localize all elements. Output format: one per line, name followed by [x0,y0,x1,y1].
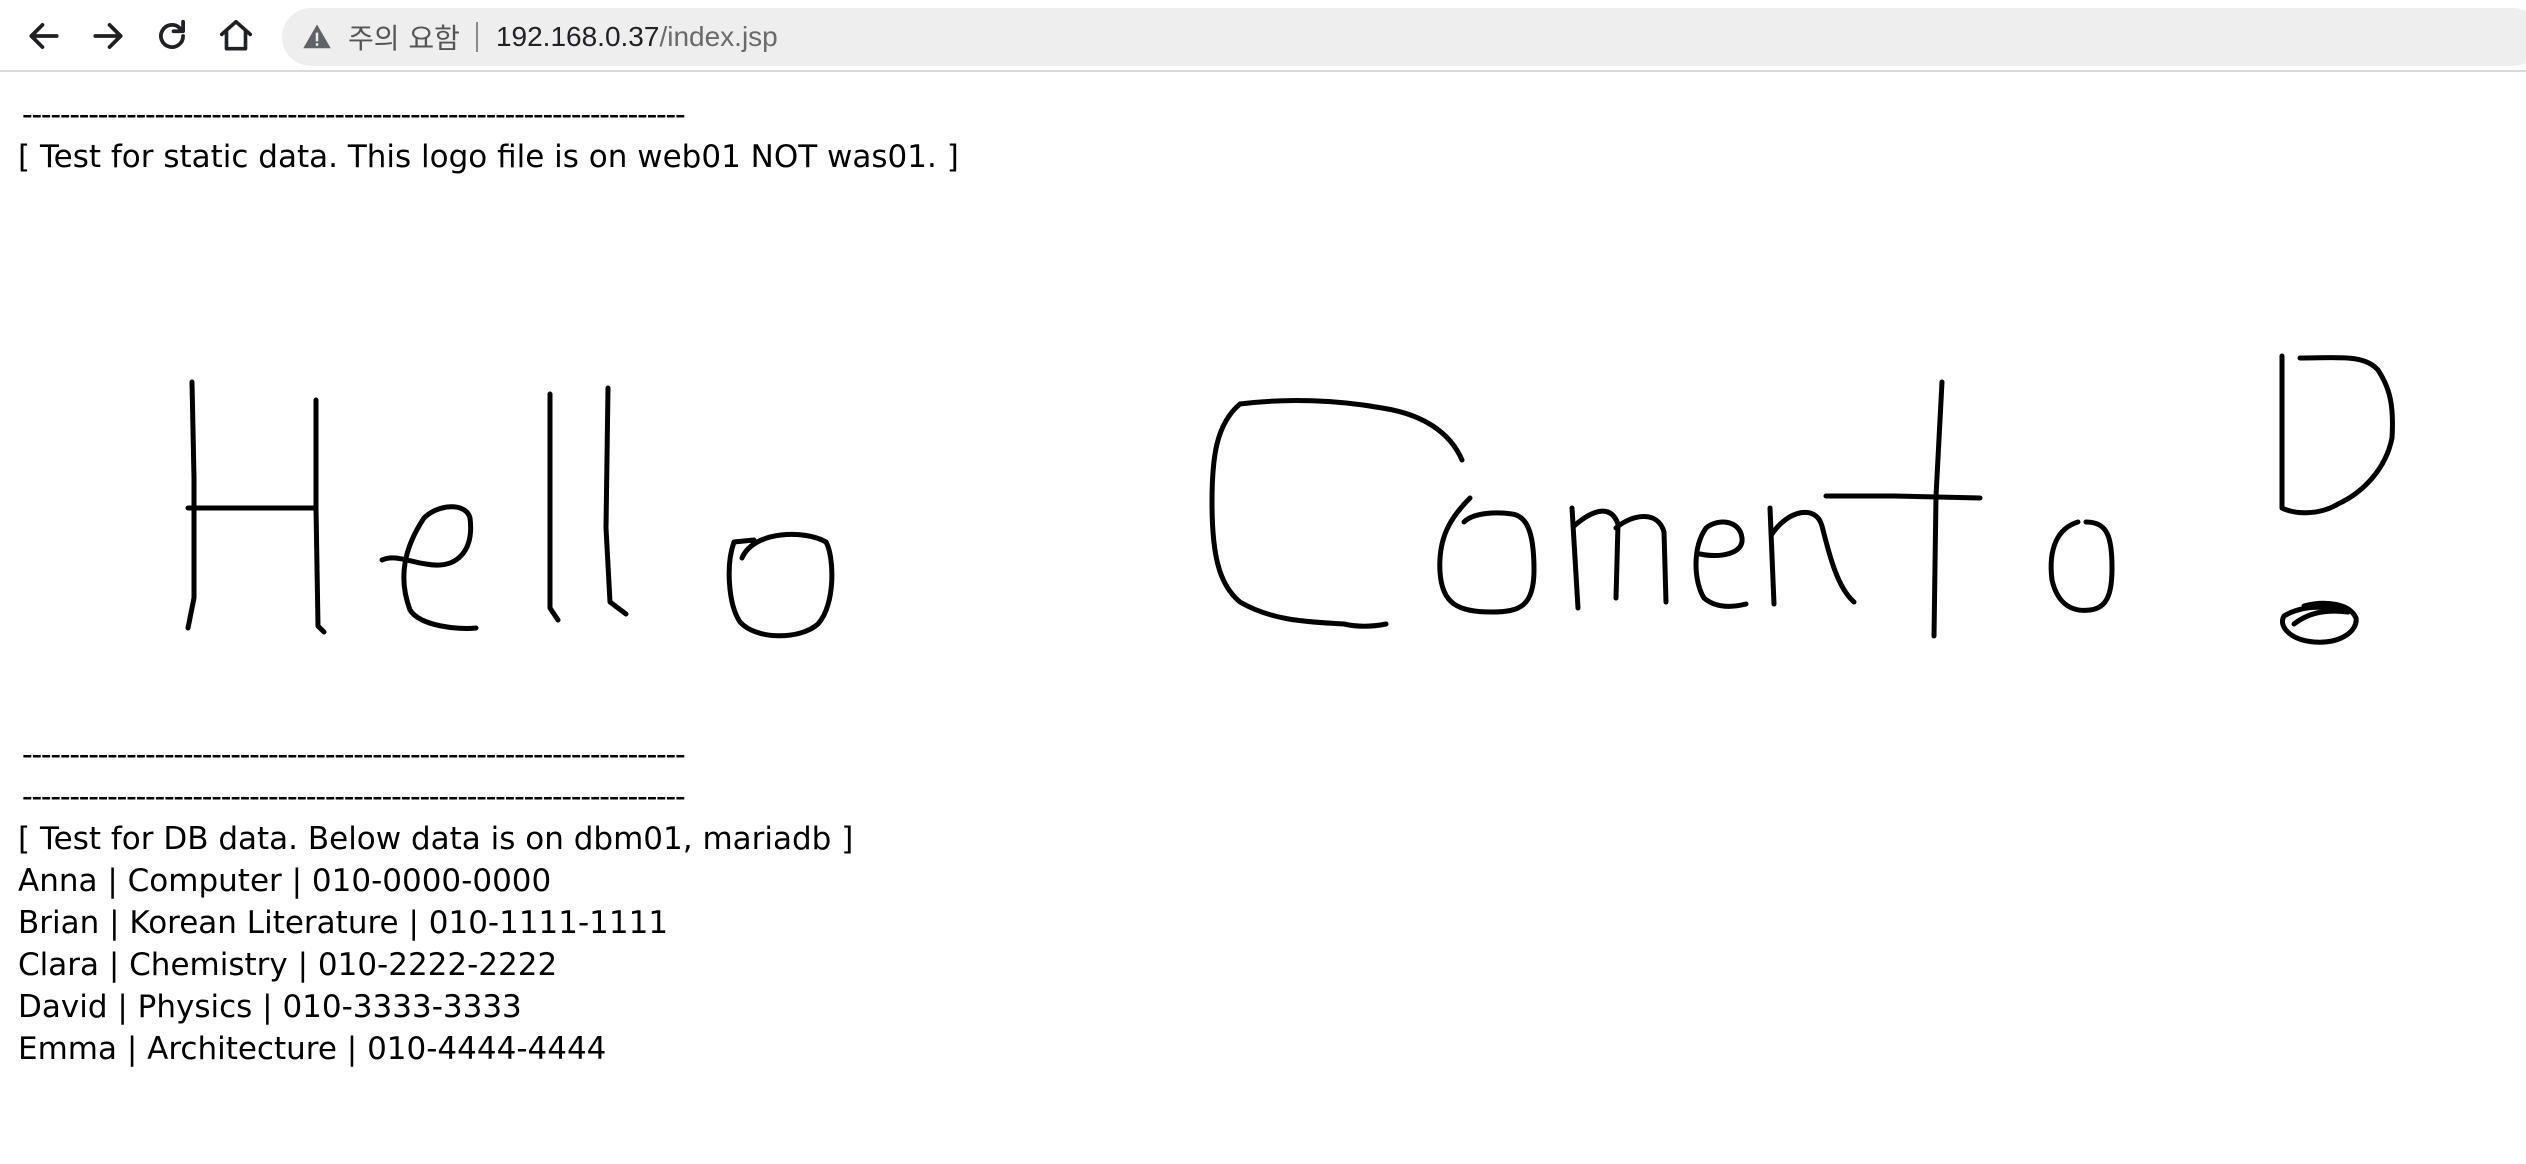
static-data-heading: [ Test for static data. This logo file i… [18,139,959,175]
security-status-label[interactable]: 주의 요함 [348,17,460,57]
db-row: Clara | Chemistry | 010-2222-2222 [18,947,558,983]
browser-toolbar: 주의 요함 192.168.0.37/index.jsp [0,0,2526,72]
db-row: David | Physics | 010-3333-3333 [18,989,522,1025]
db-row: Anna | Computer | 010-0000-0000 [18,863,552,899]
db-row: Emma | Architecture | 010-4444-4444 [18,1031,607,1067]
arrow-right-icon [93,23,123,49]
page-content: ----------------------------------------… [18,94,2498,1070]
reload-button[interactable] [144,8,200,64]
separator-line: ----------------------------------------… [18,97,690,133]
home-icon [219,19,253,51]
arrow-left-icon [29,23,59,49]
home-button[interactable] [208,8,264,64]
separator-line: ----------------------------------------… [18,737,690,773]
separator-line: ----------------------------------------… [18,779,690,815]
handwritten-logo-drawing [185,353,2395,645]
url-host: 192.168.0.37 [495,21,660,52]
back-button[interactable] [16,8,72,64]
reload-icon [159,19,185,49]
hello-comento-logo [18,178,2478,718]
forward-button[interactable] [80,8,136,64]
warning-triangle-icon[interactable] [302,20,336,54]
address-divider [475,22,478,52]
url-path: /index.jsp [659,21,778,52]
db-data-heading: [ Test for DB data. Below data is on dbm… [18,821,854,857]
db-row: Brian | Korean Literature | 010-1111-111… [18,905,669,941]
url-text[interactable]: 192.168.0.37/index.jsp [496,21,778,53]
address-bar[interactable]: 주의 요함 192.168.0.37/index.jsp [282,8,2526,66]
